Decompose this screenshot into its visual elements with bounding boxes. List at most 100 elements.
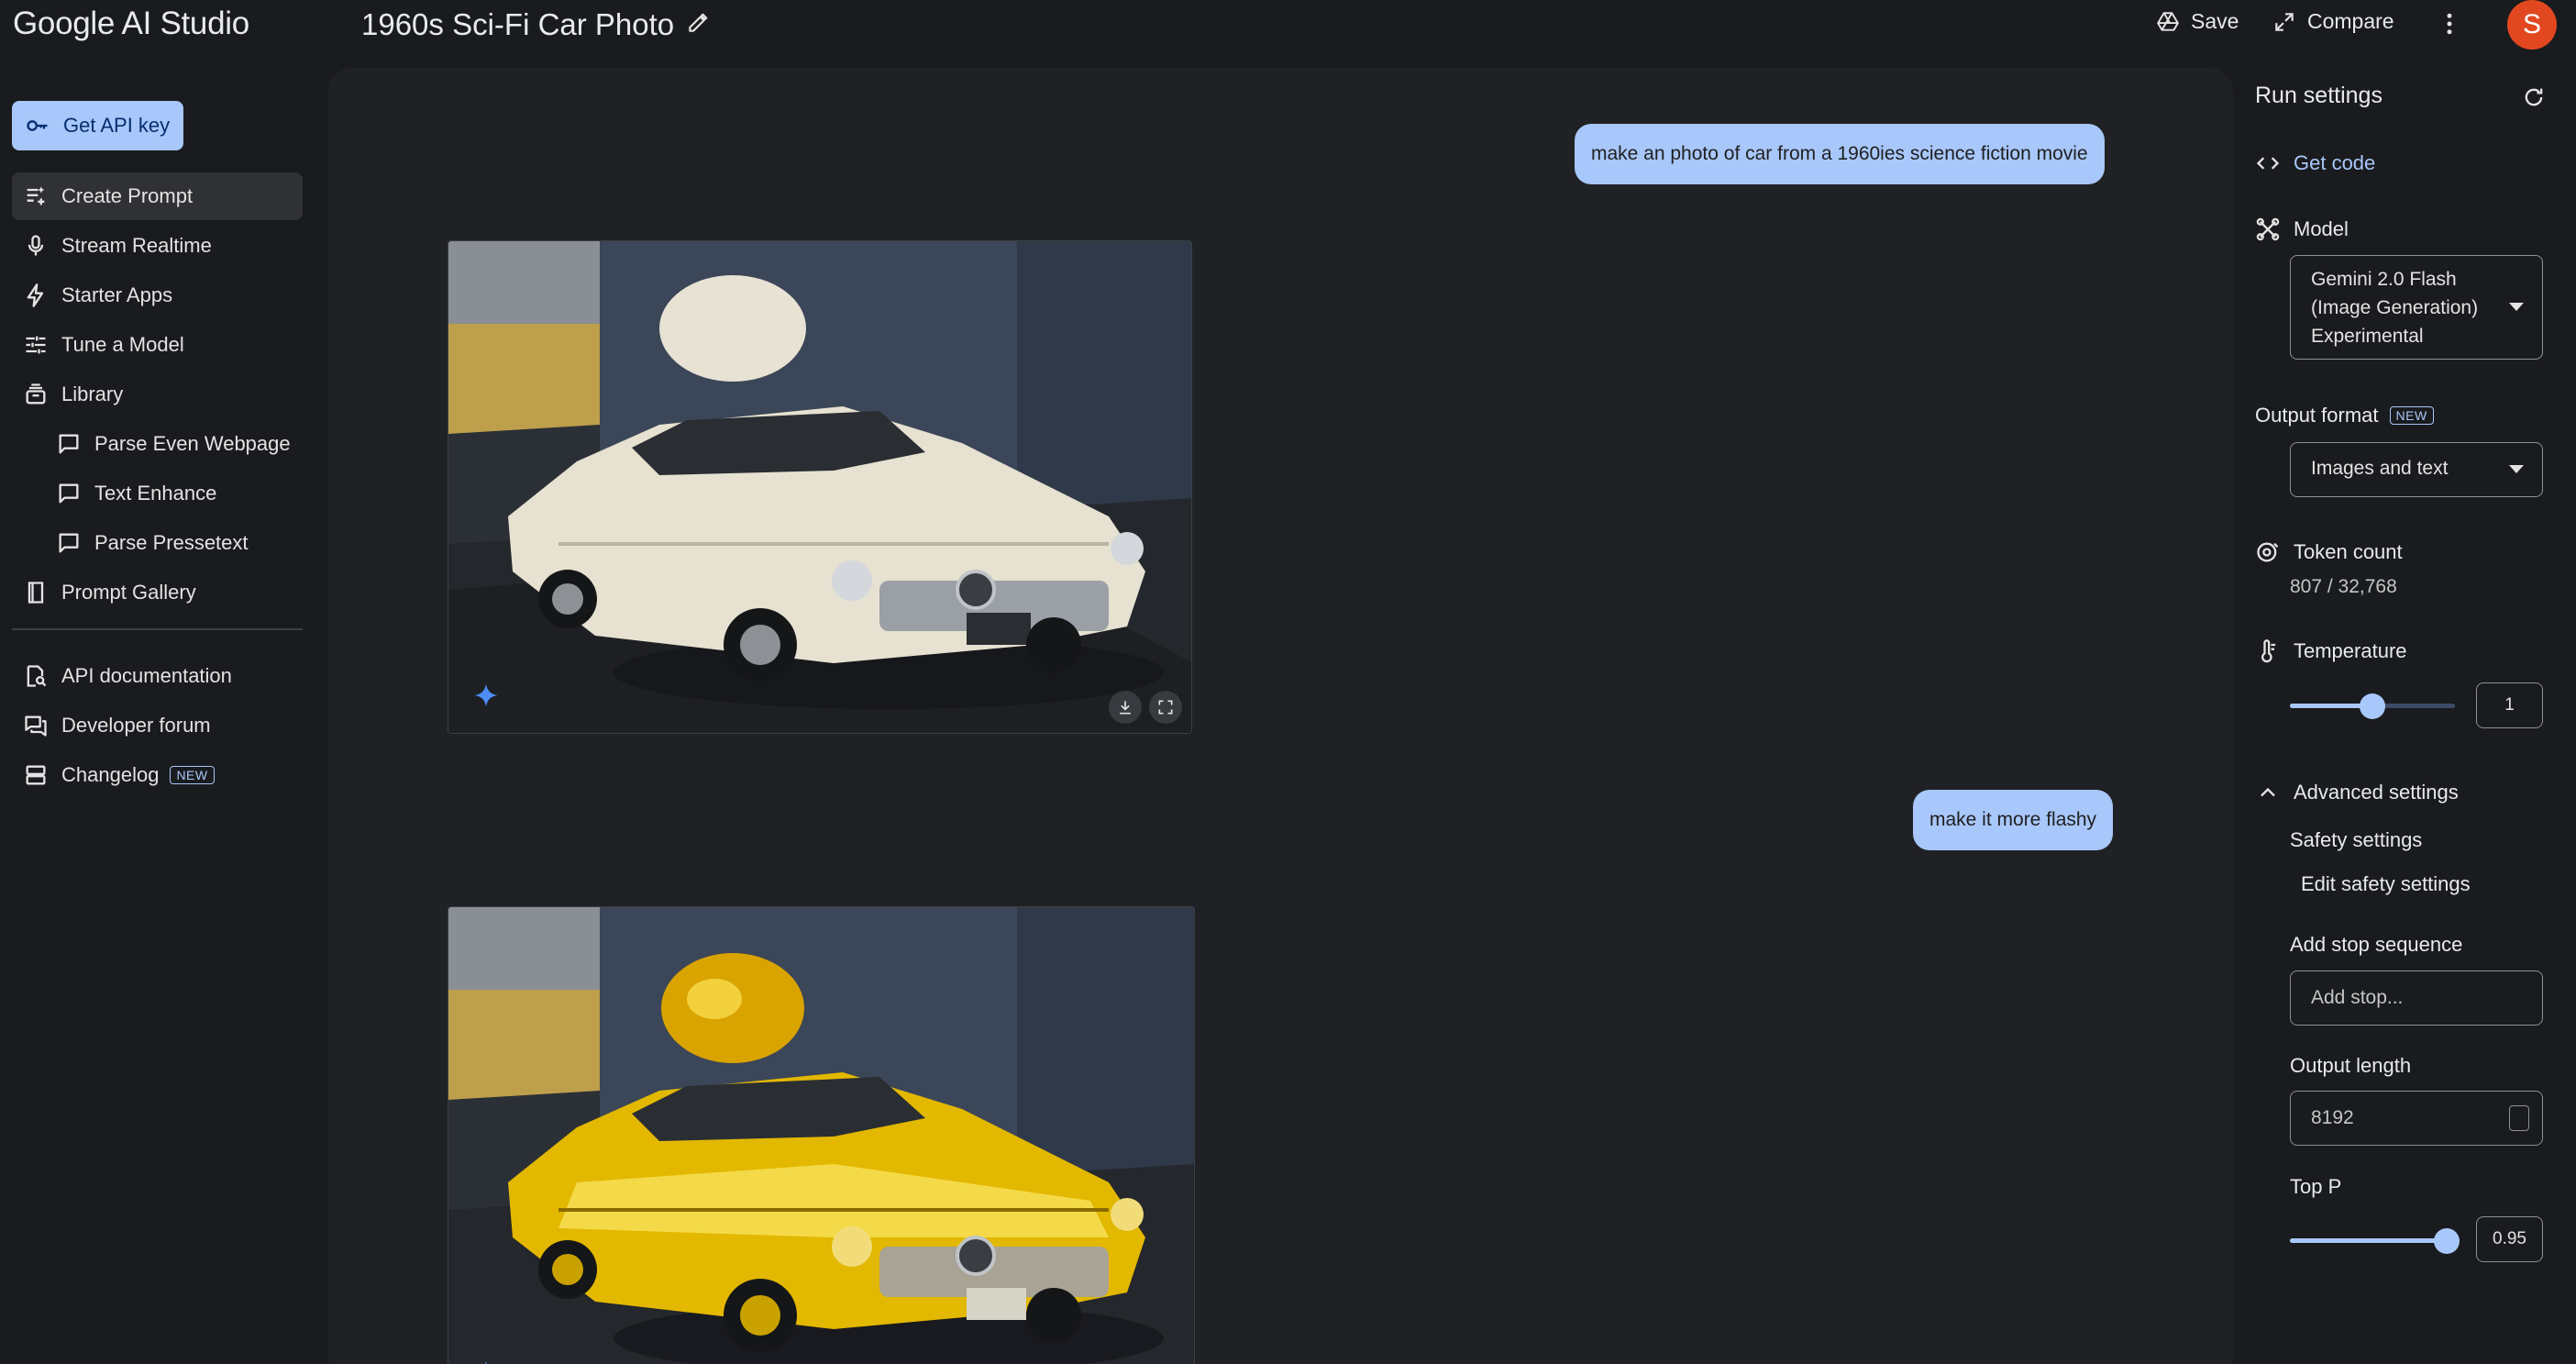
edit-title-icon[interactable]	[686, 11, 710, 35]
slider-thumb[interactable]	[2360, 693, 2385, 719]
chat-area[interactable]: make an photo of car from a 1960ies scie…	[328, 68, 2233, 1364]
bolt-icon	[27, 283, 44, 307]
app-root: Google AI Studio 1960s Sci-Fi Car Photo …	[0, 0, 2576, 1364]
chat-icon	[59, 434, 79, 454]
user-message: make an photo of car from a 1960ies scie…	[1575, 124, 2105, 184]
stop-sequence-label: Add stop sequence	[2290, 933, 2463, 956]
model-section-label: Model	[2255, 216, 2349, 242]
save-label: Save	[2191, 9, 2239, 33]
forum-icon	[25, 715, 47, 737]
get-api-key-button[interactable]: Get API key	[12, 101, 183, 150]
sidebar-item-stream-realtime[interactable]: Stream Realtime	[12, 222, 303, 270]
slider-thumb[interactable]	[2434, 1228, 2460, 1254]
key-icon	[27, 120, 48, 131]
download-image-button[interactable]	[1109, 691, 1142, 724]
generated-image-gold-car[interactable]	[448, 906, 1195, 1364]
model-select-value: Gemini 2.0 Flash (Image Generation) Expe…	[2311, 269, 2479, 347]
top-p-input[interactable]: 0.95	[2476, 1216, 2543, 1262]
changelog-icon	[26, 765, 46, 785]
sidebar-item-label: Starter Apps	[61, 283, 173, 306]
sidebar-item-tune-a-model[interactable]: Tune a Model	[12, 321, 303, 369]
gemini-sparkle-icon	[474, 683, 498, 707]
temperature-input[interactable]: 1	[2476, 682, 2543, 728]
output-format-label: Output format	[2255, 404, 2379, 427]
output-format-value: Images and text	[2311, 458, 2449, 479]
user-avatar[interactable]: S	[2507, 0, 2557, 50]
sidebar-item-label: Tune a Model	[61, 333, 184, 356]
sidebar-item-prompt-gallery[interactable]: Prompt Gallery	[12, 569, 303, 616]
model-icon	[2256, 217, 2280, 241]
chat-icon	[59, 533, 79, 553]
sidebar-item-create-prompt[interactable]: Create Prompt	[12, 172, 303, 220]
safety-settings-label: Safety settings	[2290, 828, 2423, 851]
code-icon	[2256, 157, 2280, 170]
run-settings-panel: Run settings Get code Model Gemini 2.0 F…	[2233, 55, 2576, 1364]
get-api-key-label: Get API key	[63, 114, 171, 137]
sidebar-item-label: API documentation	[61, 664, 232, 687]
brand-logo[interactable]: Google AI Studio	[13, 6, 249, 42]
sidebar-item-label: Prompt Gallery	[61, 581, 196, 604]
model-select[interactable]: Gemini 2.0 Flash (Image Generation) Expe…	[2290, 255, 2543, 360]
reset-settings-icon[interactable]	[2521, 84, 2547, 110]
save-button[interactable]: Save	[2156, 9, 2239, 34]
temperature-label: Temperature	[2294, 639, 2407, 662]
temperature-slider[interactable]	[2290, 687, 2455, 724]
top-p-slider[interactable]	[2290, 1222, 2460, 1259]
output-format-select[interactable]: Images and text	[2290, 442, 2543, 497]
model-label: Model	[2294, 217, 2349, 240]
number-stepper-icon[interactable]	[2509, 1105, 2529, 1131]
doc-search-icon	[27, 665, 47, 687]
temperature-section-label: Temperature	[2255, 638, 2407, 664]
sidebar-item-label: Parse Pressetext	[94, 531, 249, 554]
advanced-settings-label: Advanced settings	[2294, 781, 2459, 804]
new-badge: NEW	[170, 766, 215, 784]
drive-icon	[2157, 11, 2179, 31]
tune-icon	[26, 336, 46, 354]
gemini-sparkle-icon	[485, 1360, 487, 1364]
sidebar-item-library[interactable]: Library	[12, 371, 303, 418]
user-message: make it more flashy	[1913, 790, 2114, 850]
sidebar-item-parse-even-webpage[interactable]: Parse Even Webpage	[12, 420, 303, 468]
library-icon	[26, 383, 46, 405]
dropdown-caret-icon	[2509, 303, 2524, 311]
book-icon	[28, 582, 44, 604]
slider-fill	[2290, 1238, 2447, 1243]
generated-image-white-car[interactable]	[448, 240, 1192, 734]
sidebar-item-api-documentation[interactable]: API documentation	[12, 652, 303, 700]
new-badge: NEW	[2389, 406, 2434, 425]
output-format-section-label: Output format NEW	[2255, 404, 2434, 427]
image-toolbar	[1109, 691, 1182, 724]
stop-sequence-input[interactable]	[2290, 970, 2543, 1026]
output-length-value: 8192	[2311, 1107, 2354, 1128]
more-options-icon[interactable]	[2436, 9, 2463, 39]
top-p-label: Top P	[2290, 1175, 2342, 1198]
sidebar-divider	[12, 628, 303, 630]
output-length-input[interactable]: 8192	[2290, 1091, 2543, 1146]
get-code-button[interactable]: Get code	[2255, 150, 2375, 176]
sidebar-item-changelog[interactable]: Changelog NEW	[12, 751, 303, 799]
advanced-settings-toggle[interactable]: Advanced settings	[2255, 780, 2459, 805]
sidebar-item-label: Changelog	[61, 763, 160, 786]
sidebar-item-text-enhance[interactable]: Text Enhance	[12, 470, 303, 517]
microphone-icon	[28, 235, 44, 256]
fullscreen-icon	[1158, 700, 1173, 715]
sidebar-item-label: Stream Realtime	[61, 234, 212, 257]
thermometer-icon	[2261, 639, 2276, 663]
output-length-label: Output length	[2290, 1054, 2412, 1077]
download-icon	[1120, 701, 1131, 715]
compare-button[interactable]: Compare	[2272, 9, 2394, 34]
get-code-label: Get code	[2294, 151, 2376, 174]
sidebar-item-parse-pressetext[interactable]: Parse Pressetext	[12, 519, 303, 567]
chat-icon	[59, 483, 79, 504]
token-count-section-label: Token count	[2255, 539, 2403, 565]
fullscreen-image-button[interactable]	[1149, 691, 1182, 724]
white-car-picture	[448, 241, 1191, 733]
sidebar-item-label: Developer forum	[61, 714, 211, 737]
sidebar-item-label: Library	[61, 383, 124, 405]
dropdown-caret-icon	[2509, 465, 2524, 473]
sidebar-item-starter-apps[interactable]: Starter Apps	[12, 272, 303, 319]
chevron-up-icon	[2261, 787, 2275, 797]
edit-safety-settings-link[interactable]: Edit safety settings	[2301, 872, 2471, 896]
create-prompt-icon	[27, 186, 45, 205]
sidebar-item-developer-forum[interactable]: Developer forum	[12, 702, 303, 749]
